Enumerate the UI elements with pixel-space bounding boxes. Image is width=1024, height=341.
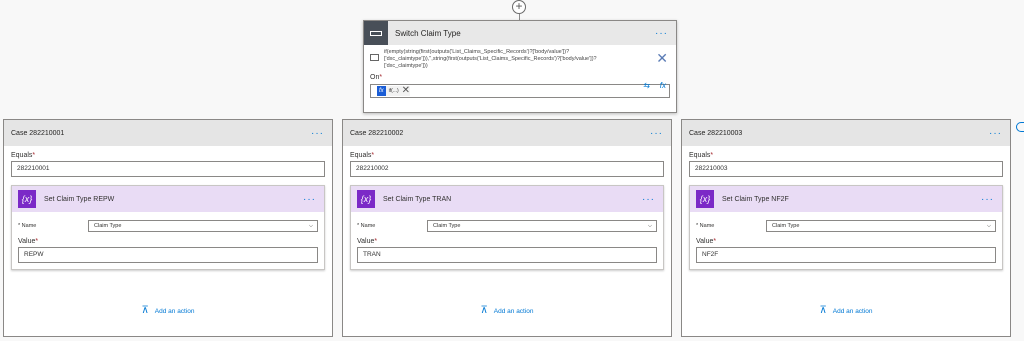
- equals-label: Equals*: [689, 152, 714, 159]
- case-body: Equals* 282210001 {x} Set Claim Type REP…: [4, 146, 332, 276]
- add-action-label: Add an action: [493, 307, 534, 315]
- set-variable-action[interactable]: {x} Set Claim Type TRAN ··· * Name Claim…: [350, 185, 664, 270]
- switch-card-header[interactable]: Switch Claim Type ···: [364, 21, 676, 45]
- variable-icon: {x}: [696, 190, 714, 208]
- name-label: * Name: [357, 223, 376, 229]
- action-header[interactable]: {x} Set Claim Type TRAN ···: [351, 186, 663, 212]
- case-title: Case 282210002: [350, 129, 404, 137]
- variable-icon: {x}: [357, 190, 375, 208]
- add-action-label: Add an action: [832, 307, 873, 315]
- fx-icon[interactable]: fx: [660, 81, 666, 90]
- case-body: Equals* 282210003 {x} Set Claim Type NF2…: [682, 146, 1010, 276]
- case-more-menu-icon[interactable]: ···: [311, 128, 332, 139]
- equals-label: Equals*: [11, 152, 36, 159]
- equals-label: Equals*: [350, 152, 375, 159]
- expression-note: if(empty(string(first(outputs('List_Clai…: [384, 49, 614, 70]
- value-label: Value*: [18, 238, 39, 245]
- action-body: * Name Claim Type ⌵ Value* NF2F: [690, 212, 1002, 269]
- close-icon[interactable]: ✕: [656, 50, 668, 67]
- switch-icon: [364, 21, 388, 45]
- on-input[interactable]: fx if(...) ✕: [370, 84, 670, 98]
- add-case-plus-icon[interactable]: [1016, 122, 1024, 132]
- add-action-icon: ⊼: [819, 305, 827, 316]
- name-dropdown[interactable]: Claim Type ⌵: [427, 220, 657, 232]
- value-input[interactable]: REPW: [18, 247, 318, 263]
- action-body: * Name Claim Type ⌵ Value* REPW: [12, 212, 324, 269]
- add-action-icon: ⊼: [480, 305, 488, 316]
- value-input[interactable]: TRAN: [357, 247, 657, 263]
- switch-action-card[interactable]: Switch Claim Type ··· if(empty(string(fi…: [363, 20, 677, 113]
- name-row: * Name Claim Type ⌵: [357, 220, 657, 232]
- action-header[interactable]: {x} Set Claim Type REPW ···: [12, 186, 324, 212]
- name-label: * Name: [696, 223, 715, 229]
- case-title: Case 282210003: [689, 129, 743, 137]
- action-more-menu-icon[interactable]: ···: [303, 194, 324, 205]
- case-more-menu-icon[interactable]: ···: [989, 128, 1010, 139]
- expression-line: ['dxc_claimtype'])): [384, 63, 428, 69]
- on-label-text: On: [370, 74, 380, 81]
- case-title: Case 282210001: [11, 129, 65, 137]
- on-field-tools: ⇆ fx: [635, 81, 666, 90]
- value-label: Value*: [696, 238, 717, 245]
- value-label: Value*: [357, 238, 378, 245]
- case-header[interactable]: Case 282210002 ···: [343, 120, 671, 146]
- expression-line: ['dxc_claimtype'])),'',string(first(outp…: [384, 56, 597, 62]
- action-title: Set Claim Type NF2F: [722, 195, 789, 203]
- case-header[interactable]: Case 282210003 ···: [682, 120, 1010, 146]
- case-card-3[interactable]: Case 282210003 ··· Equals* 282210003 {x}…: [681, 119, 1011, 337]
- action-header[interactable]: {x} Set Claim Type NF2F ···: [690, 186, 1002, 212]
- name-value: Claim Type: [772, 223, 800, 229]
- chevron-down-icon: ⌵: [647, 223, 652, 229]
- action-more-menu-icon[interactable]: ···: [981, 194, 1002, 205]
- switch-more-menu-icon[interactable]: ···: [655, 28, 676, 39]
- name-row: * Name Claim Type ⌵: [696, 220, 996, 232]
- add-action-link[interactable]: ⊼ Add an action: [343, 306, 671, 316]
- chevron-down-icon: ⌵: [308, 223, 313, 229]
- switch-title: Switch Claim Type: [395, 28, 461, 38]
- insert-step-plus-icon[interactable]: +: [512, 0, 526, 14]
- remove-token-icon[interactable]: ✕: [402, 86, 410, 96]
- switch-card-body: if(empty(string(first(outputs('List_Clai…: [364, 45, 676, 98]
- name-value: Claim Type: [94, 223, 122, 229]
- name-label: * Name: [18, 223, 37, 229]
- set-variable-action[interactable]: {x} Set Claim Type NF2F ··· * Name Claim…: [689, 185, 1003, 270]
- on-label: On*: [370, 74, 670, 81]
- fx-token-icon: fx: [377, 86, 386, 96]
- add-action-label: Add an action: [154, 307, 195, 315]
- add-action-link[interactable]: ⊼ Add an action: [4, 306, 332, 316]
- equals-input[interactable]: 282210002: [350, 161, 664, 177]
- required-mark: *: [379, 74, 383, 81]
- name-row: * Name Claim Type ⌵: [18, 220, 318, 232]
- case-card-1[interactable]: Case 282210001 ··· Equals* 282210001 {x}…: [3, 119, 333, 337]
- equals-input[interactable]: 282210001: [11, 161, 325, 177]
- name-value: Claim Type: [433, 223, 461, 229]
- format-icon[interactable]: ⇆: [643, 81, 650, 90]
- name-dropdown[interactable]: Claim Type ⌵: [88, 220, 318, 232]
- add-action-icon: ⊼: [141, 305, 149, 316]
- action-more-menu-icon[interactable]: ···: [642, 194, 663, 205]
- expression-token[interactable]: fx if(...) ✕: [377, 86, 411, 96]
- expression-line: if(empty(string(first(outputs('List_Clai…: [384, 49, 570, 55]
- case-header[interactable]: Case 282210001 ···: [4, 120, 332, 146]
- action-body: * Name Claim Type ⌵ Value* TRAN: [351, 212, 663, 269]
- case-card-2[interactable]: Case 282210002 ··· Equals* 282210002 {x}…: [342, 119, 672, 337]
- equals-input[interactable]: 282210003: [689, 161, 1003, 177]
- token-label: if(...): [388, 88, 399, 94]
- value-input[interactable]: NF2F: [696, 247, 996, 263]
- set-variable-action[interactable]: {x} Set Claim Type REPW ··· * Name Claim…: [11, 185, 325, 270]
- comment-icon[interactable]: [370, 54, 379, 61]
- case-more-menu-icon[interactable]: ···: [650, 128, 671, 139]
- name-dropdown[interactable]: Claim Type ⌵: [766, 220, 996, 232]
- add-action-link[interactable]: ⊼ Add an action: [682, 306, 1010, 316]
- case-body: Equals* 282210002 {x} Set Claim Type TRA…: [343, 146, 671, 276]
- variable-icon: {x}: [18, 190, 36, 208]
- action-title: Set Claim Type REPW: [44, 195, 115, 203]
- chevron-down-icon: ⌵: [986, 223, 991, 229]
- action-title: Set Claim Type TRAN: [383, 195, 452, 203]
